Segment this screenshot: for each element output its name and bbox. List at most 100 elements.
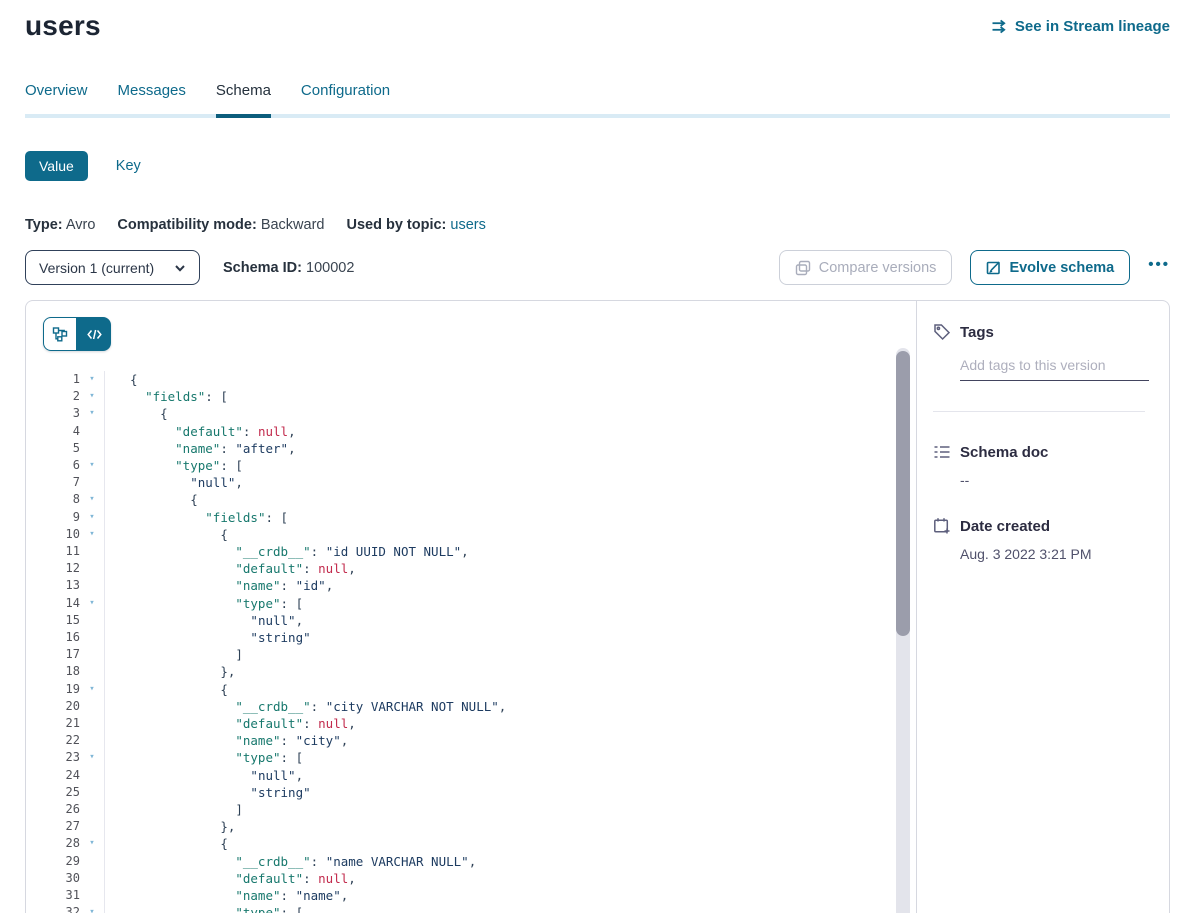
tree-view-button[interactable] [43, 317, 77, 351]
tab-overview[interactable]: Overview [25, 82, 88, 114]
fold-spacer [80, 698, 104, 715]
code-line: 1▾{ [26, 371, 916, 388]
code-text: "__crdb__": "name VARCHAR NULL", [105, 853, 476, 870]
line-number: 25 [26, 784, 80, 801]
fold-toggle-icon[interactable]: ▾ [80, 904, 104, 913]
code-line: 20 "__crdb__": "city VARCHAR NOT NULL", [26, 698, 916, 715]
date-created-section: Date created Aug. 3 2022 3:21 PM [933, 517, 1149, 562]
fold-toggle-icon[interactable]: ▾ [80, 371, 104, 388]
code-text: "name": "city", [105, 732, 348, 749]
fold-toggle-icon[interactable]: ▾ [80, 595, 104, 612]
version-select-value: Version 1 (current) [39, 260, 154, 276]
stream-lineage-icon [991, 18, 1008, 35]
version-select[interactable]: Version 1 (current) [25, 250, 200, 285]
code-line: 32▾ "type": [ [26, 904, 916, 913]
code-text: "default": null, [105, 870, 356, 887]
code-line: 5 "name": "after", [26, 440, 916, 457]
fold-spacer [80, 732, 104, 749]
code-line: 15 "null", [26, 612, 916, 629]
code-line: 4 "default": null, [26, 423, 916, 440]
code-text: }, [105, 663, 235, 680]
code-line: 7 "null", [26, 474, 916, 491]
tabs: Overview Messages Schema Configuration [25, 82, 1170, 118]
code-line: 25 "string" [26, 784, 916, 801]
code-line: 9▾ "fields": [ [26, 509, 916, 526]
tab-schema[interactable]: Schema [216, 82, 271, 114]
code-line: 21 "default": null, [26, 715, 916, 732]
line-number: 26 [26, 801, 80, 818]
add-tags-input[interactable] [960, 357, 1149, 381]
key-tab-link[interactable]: Key [116, 158, 141, 174]
editor-scrollbar-track[interactable] [896, 348, 910, 913]
fold-spacer [80, 853, 104, 870]
fold-spacer [80, 440, 104, 457]
lineage-link-label: See in Stream lineage [1015, 18, 1170, 35]
line-number: 19 [26, 681, 80, 698]
schema-panel: 1▾{2▾ "fields": [3▾ {4 "default": null,5… [25, 300, 1170, 913]
page-title: users [25, 10, 101, 42]
line-number: 2 [26, 388, 80, 405]
line-number: 7 [26, 474, 80, 491]
fold-toggle-icon[interactable]: ▾ [80, 388, 104, 405]
type-label: Type: [25, 217, 63, 233]
code-line: 23▾ "type": [ [26, 749, 916, 766]
fold-toggle-icon[interactable]: ▾ [80, 509, 104, 526]
fold-toggle-icon[interactable]: ▾ [80, 526, 104, 543]
code-text: "name": "after", [105, 440, 296, 457]
schema-page: users See in Stream lineage Overview Mes… [0, 0, 1189, 916]
fold-spacer [80, 646, 104, 663]
code-line: 6▾ "type": [ [26, 457, 916, 474]
line-number: 24 [26, 767, 80, 784]
fold-toggle-icon[interactable]: ▾ [80, 835, 104, 852]
fold-toggle-icon[interactable]: ▾ [80, 749, 104, 766]
code-text: ] [105, 801, 243, 818]
line-number: 28 [26, 835, 80, 852]
fold-toggle-icon[interactable]: ▾ [80, 681, 104, 698]
editor-scrollbar-thumb[interactable] [896, 351, 910, 636]
fold-toggle-icon[interactable]: ▾ [80, 457, 104, 474]
line-number: 21 [26, 715, 80, 732]
see-in-stream-lineage-link[interactable]: See in Stream lineage [991, 18, 1170, 35]
fold-toggle-icon[interactable]: ▾ [80, 405, 104, 422]
code-text: "name": "id", [105, 577, 333, 594]
compare-versions-label: Compare versions [819, 260, 937, 276]
line-number: 14 [26, 595, 80, 612]
fold-spacer [80, 423, 104, 440]
compare-versions-button[interactable]: Compare versions [779, 250, 953, 285]
line-number: 12 [26, 560, 80, 577]
line-number: 13 [26, 577, 80, 594]
code-view-button[interactable] [77, 317, 111, 351]
schema-id-value: 100002 [306, 260, 354, 276]
code-text: { [105, 835, 228, 852]
tags-section: Tags [933, 323, 1149, 381]
value-tab-button[interactable]: Value [25, 151, 88, 181]
line-number: 32 [26, 904, 80, 913]
code-text: { [105, 491, 198, 508]
code-text: "type": [ [105, 749, 303, 766]
tab-messages[interactable]: Messages [118, 82, 186, 114]
code-text: "__crdb__": "id UUID NOT NULL", [105, 543, 469, 560]
topic-link[interactable]: users [450, 217, 485, 233]
schema-doc-section: Schema doc -- [933, 443, 1149, 488]
line-number: 18 [26, 663, 80, 680]
code-line: 12 "default": null, [26, 560, 916, 577]
evolve-schema-button[interactable]: Evolve schema [970, 250, 1130, 285]
line-number: 9 [26, 509, 80, 526]
more-options-button[interactable]: ••• [1148, 256, 1170, 279]
fold-toggle-icon[interactable]: ▾ [80, 491, 104, 508]
code-line: 22 "name": "city", [26, 732, 916, 749]
code-text: "fields": [ [105, 388, 228, 405]
code-lines: 1▾{2▾ "fields": [3▾ {4 "default": null,5… [26, 371, 916, 913]
tags-title: Tags [960, 324, 994, 341]
code-view-icon [87, 327, 102, 342]
tree-view-icon [52, 326, 68, 342]
code-text: "null", [105, 474, 243, 491]
line-number: 3 [26, 405, 80, 422]
code-line: 24 "null", [26, 767, 916, 784]
line-number: 16 [26, 629, 80, 646]
line-number: 5 [26, 440, 80, 457]
tab-configuration[interactable]: Configuration [301, 82, 390, 114]
line-number: 8 [26, 491, 80, 508]
line-number: 17 [26, 646, 80, 663]
code-text: "type": [ [105, 595, 303, 612]
